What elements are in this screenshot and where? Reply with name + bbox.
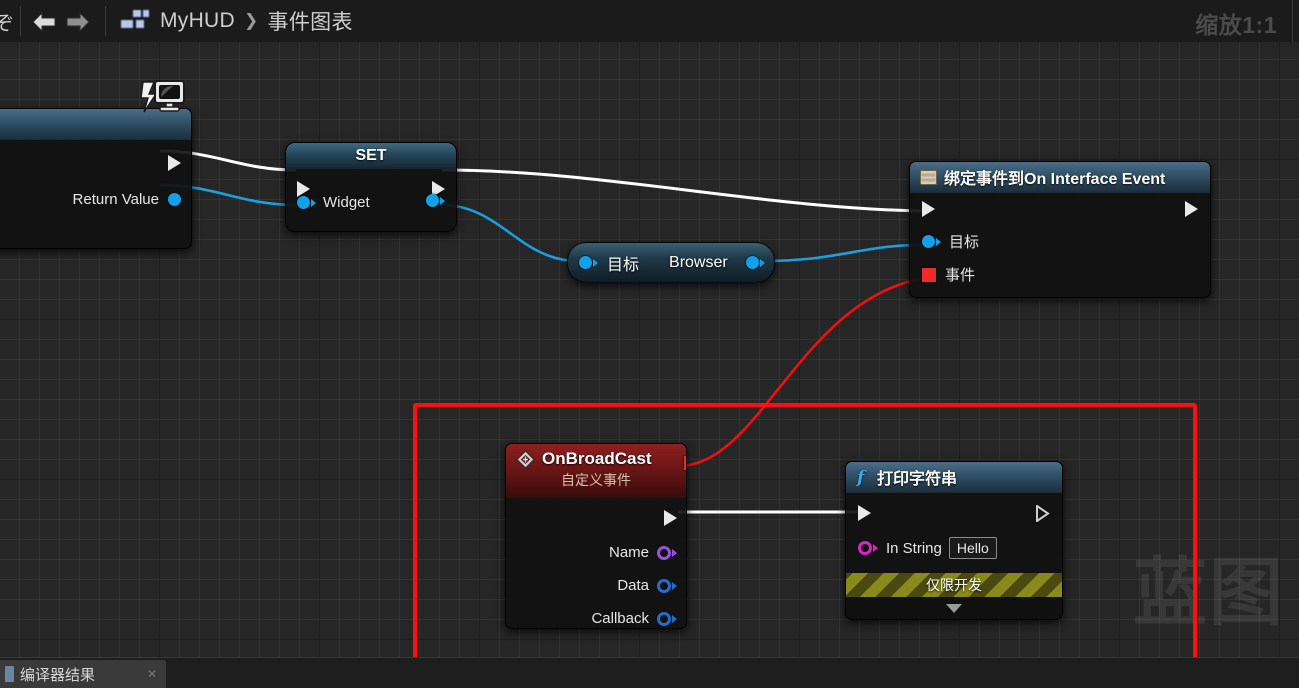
back-button[interactable] [27,6,61,36]
breadcrumb: MyHUD ❯ 事件图表 [160,6,353,36]
target-in-pin[interactable] [922,235,935,248]
callback-out-pin[interactable] [657,611,671,626]
bottom-panel-bar [0,657,1299,688]
node-expander-button[interactable] [846,597,1062,619]
tab-label: 编译器结果 [20,666,96,684]
development-only-banner: 仅限开发 [846,573,1062,597]
breadcrumb-separator: ❯ [244,11,259,30]
node-subtitle-label: 自定义事件 [561,472,631,488]
tab-compiler-results[interactable]: 编译器结果 ✕ [0,660,166,688]
node-variable-name: Browser [669,253,728,271]
toolbar-divider [20,6,21,36]
target-in-pin[interactable] [579,256,592,269]
forward-button[interactable] [61,6,95,36]
node-print-string[interactable]: f 打印字符串 In String Hello 仅限开发 [845,461,1063,620]
value-out-pin[interactable] [746,256,759,269]
node-create-widget[interactable]: 控件 Return Value [0,80,192,249]
in-string-input[interactable]: Hello [948,537,997,559]
blueprint-graph-icon [120,9,150,33]
pin-label-data: Data [617,577,649,594]
pin-label-event: 事件 [945,267,976,284]
data-out-pin[interactable] [657,578,671,593]
name-out-pin[interactable] [657,545,671,560]
breadcrumb-root[interactable]: MyHUD [160,9,235,33]
event-delegate-in-pin[interactable] [922,267,936,282]
pin-label-name: Name [608,544,649,561]
close-icon[interactable]: ✕ [147,667,157,681]
exec-out-pin[interactable] [1036,504,1050,527]
pin-label-widget: Widget [323,194,370,211]
node-custom-event-onbroadcast[interactable]: OnBroadCast 自定义事件 Name Data Callback [505,443,687,629]
pin-label-target: 目标 [607,256,640,274]
editor-toolbar: ぞ MyHUD ❯ 事件图表 缩放1:1 [0,0,1299,42]
function-f-icon: f [856,468,870,486]
watermark-text: 蓝图 [1133,550,1285,636]
node-set-variable[interactable]: SET Widget [285,142,457,232]
svg-text:f: f [856,468,867,486]
custom-event-diamond-icon [516,449,535,469]
in-string-pin[interactable] [858,541,872,555]
pin-label-callback: Callback [591,610,649,627]
clipped-toolbar-glyph: ぞ [0,12,14,35]
widget-monitor-icon [140,78,186,121]
chevron-down-icon [946,603,962,613]
delegate-out-pin[interactable] [684,456,686,470]
node-title-label: SET [286,143,456,169]
pin-label-target: 目标 [949,234,980,251]
node-browser-variable[interactable]: 目标 Browser [567,242,775,283]
exec-out-pin[interactable] [1185,201,1198,217]
exec-out-pin[interactable] [168,155,181,171]
toolbar-divider-2 [105,6,106,36]
exec-in-pin[interactable] [922,201,935,217]
event-dispatcher-icon [920,169,937,185]
node-title-label: 绑定事件到On Interface Event [944,171,1166,188]
panel-icon [5,666,14,682]
node-title-label: OnBroadCast [542,449,652,468]
toolbar-right-divider [1292,0,1293,42]
exec-out-pin[interactable] [664,510,677,526]
arrow-right-icon [66,11,90,33]
pin-label-return-value: Return Value [72,190,159,208]
node-title-label: 打印字符串 [877,471,958,488]
widget-out-pin[interactable] [426,194,439,207]
breadcrumb-current[interactable]: 事件图表 [268,6,353,36]
exec-in-pin[interactable] [858,505,871,521]
return-value-pin[interactable] [168,192,181,206]
node-bind-event-to-interface[interactable]: 绑定事件到On Interface Event 目标 事件 [909,161,1211,298]
widget-in-pin[interactable] [297,196,310,209]
pin-label-in-string: In String [886,539,942,557]
blueprint-editor-window: 蓝图 控件 [0,0,1299,688]
zoom-level-label: 缩放1:1 [1195,12,1277,38]
arrow-left-icon [32,11,56,33]
